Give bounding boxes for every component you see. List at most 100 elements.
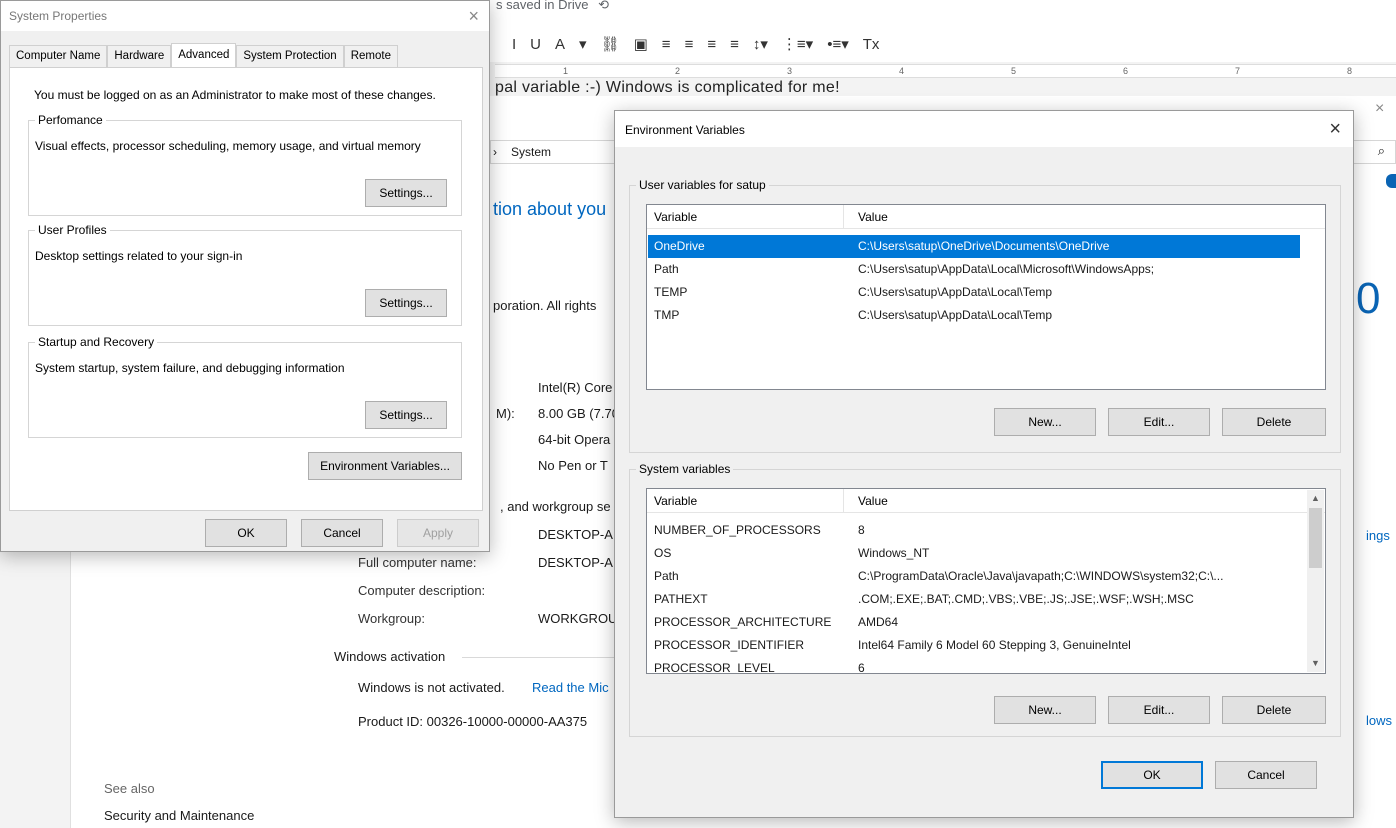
system-variables-label: System variables — [636, 462, 734, 476]
list-row[interactable]: TMP C:\Users\satup\AppData\Local\Temp — [648, 304, 1300, 327]
user-list-header: Variable Value — [647, 205, 1325, 229]
user-col-variable[interactable]: Variable — [647, 205, 697, 229]
variable-name: TEMP — [654, 285, 688, 299]
docs-toolbar-button[interactable]: ⛓ — [594, 35, 627, 53]
variable-name: Path — [654, 569, 679, 583]
variable-value: C:\Users\satup\AppData\Local\Temp — [858, 285, 1053, 299]
startup-recovery-settings-button[interactable]: Settings... — [365, 401, 447, 429]
env-close-icon[interactable]: × — [1329, 118, 1341, 140]
performance-group: Perfomance Visual effects, processor sch… — [28, 113, 462, 216]
workgroup-label: Workgroup: — [358, 611, 425, 626]
user-delete-button[interactable]: Delete — [1222, 408, 1326, 436]
variable-value: C:\ProgramData\Oracle\Java\javapath;C:\W… — [858, 569, 1224, 583]
docs-saved-text: s saved in Drive — [496, 0, 589, 12]
system-properties-titlebar[interactable]: System Properties — [1, 1, 489, 31]
user-col-separator[interactable] — [843, 205, 844, 229]
docs-toolbar-button[interactable]: U — [523, 36, 548, 53]
advanced-tab-panel: You must be logged on as an Administrato… — [9, 67, 483, 511]
list-row[interactable]: NUMBER_OF_PROCESSORS 8 — [648, 519, 1303, 542]
cancel-button[interactable]: Cancel — [301, 519, 383, 547]
activation-link[interactable]: Read the Mic — [532, 680, 609, 695]
scroll-down-icon[interactable]: ▼ — [1307, 655, 1324, 672]
env-cancel-button[interactable]: Cancel — [1215, 761, 1317, 789]
user-variables-list[interactable]: Variable Value OneDrive C:\Users\satup\On… — [646, 204, 1326, 390]
list-row[interactable]: Path C:\Users\satup\AppData\Local\Microso… — [648, 258, 1300, 281]
user-profiles-group: User Profiles Desktop settings related t… — [28, 223, 462, 326]
system-list-scrollbar[interactable]: ▲ ▼ — [1307, 490, 1324, 672]
docs-toolbar-button[interactable]: ▾ — [572, 35, 594, 53]
breadcrumb-chevron-icon: › — [493, 145, 497, 159]
user-edit-button[interactable]: Edit... — [1108, 408, 1210, 436]
apply-button[interactable]: Apply — [397, 519, 479, 547]
full-name-label: Full computer name: — [358, 555, 477, 570]
system-new-button[interactable]: New... — [994, 696, 1096, 724]
list-row[interactable]: TEMP C:\Users\satup\AppData\Local\Temp — [648, 281, 1300, 304]
system-delete-button[interactable]: Delete — [1222, 696, 1326, 724]
tab-remote[interactable]: Remote — [343, 45, 398, 67]
docs-toolbar-button[interactable]: ↕▾ — [746, 35, 775, 53]
ok-button[interactable]: OK — [205, 519, 287, 547]
page-heading: tion about you — [493, 199, 607, 219]
history-icon[interactable]: ⟲ — [598, 0, 609, 12]
list-row[interactable]: Path C:\ProgramData\Oracle\Java\javapath;… — [648, 565, 1303, 588]
right-link-windows[interactable]: lows — [1366, 713, 1392, 728]
docs-toolbar-button[interactable]: ≡ — [678, 36, 701, 53]
docs-toolbar-button[interactable]: Tx — [856, 36, 887, 53]
admin-note: You must be logged on as an Administrato… — [34, 88, 436, 102]
ruler-mark: 7 — [1235, 66, 1241, 76]
security-maintenance-link[interactable]: Security and Maintenance — [104, 808, 254, 823]
list-row[interactable]: PROCESSOR_ARCHITECTURE AMD64 — [648, 611, 1303, 634]
search-icon[interactable]: ⌕ — [1378, 143, 1385, 159]
user-profiles-settings-button[interactable]: Settings... — [365, 289, 447, 317]
list-row[interactable]: OS Windows_NT — [648, 542, 1303, 565]
docs-toolbar-button[interactable]: ≡ — [723, 36, 746, 53]
system-variables-list[interactable]: Variable Value ▲ ▼ NUMBER_OF_PROCESSORS 8… — [646, 488, 1326, 674]
environment-variables-button[interactable]: Environment Variables... — [308, 452, 462, 480]
env-titlebar[interactable]: Environment Variables — [615, 111, 1353, 147]
docs-toolbar-button[interactable]: ▣ — [627, 35, 655, 53]
list-row[interactable]: OneDrive C:\Users\satup\OneDrive\Document… — [648, 235, 1300, 258]
docs-saved-status: s saved in Drive ⟲ — [496, 0, 609, 13]
scroll-thumb[interactable] — [1309, 508, 1322, 568]
windows-version-digit: 0 — [1356, 274, 1381, 323]
full-name-value: DESKTOP-AI — [538, 555, 617, 570]
system-edit-button[interactable]: Edit... — [1108, 696, 1210, 724]
ruler-mark: 2 — [675, 66, 681, 76]
docs-toolbar-button[interactable]: ⋮≡▾ — [775, 35, 820, 53]
page-close-icon[interactable]: × — [1375, 100, 1384, 118]
close-icon[interactable]: × — [468, 5, 479, 27]
system-type-value: 64-bit Opera — [538, 432, 611, 447]
tab-computer-name[interactable]: Computer Name — [9, 45, 108, 67]
docs-toolbar-button[interactable]: •≡▾ — [820, 35, 856, 53]
system-col-value[interactable]: Value — [851, 489, 888, 513]
performance-settings-button[interactable]: Settings... — [365, 179, 447, 207]
docs-toolbar-button[interactable]: ≡ — [655, 36, 678, 53]
user-new-button[interactable]: New... — [994, 408, 1096, 436]
activation-status: Windows is not activated. — [358, 680, 505, 695]
info-badge — [1386, 174, 1396, 188]
list-row[interactable]: PROCESSOR_LEVEL 6 — [648, 657, 1303, 673]
tab-system-protection[interactable]: System Protection — [236, 45, 344, 67]
user-col-value[interactable]: Value — [851, 205, 888, 229]
right-link-settings[interactable]: ings — [1366, 528, 1390, 543]
scroll-up-icon[interactable]: ▲ — [1307, 490, 1324, 507]
variable-name: PROCESSOR_ARCHITECTURE — [654, 615, 832, 629]
ruler-mark: 8 — [1347, 66, 1353, 76]
env-dialog-title: Environment Variables — [625, 123, 745, 137]
system-col-variable[interactable]: Variable — [647, 489, 697, 513]
tab-hardware[interactable]: Hardware — [107, 45, 172, 67]
docs-ruler: 1 2 3 4 5 6 7 8 — [495, 64, 1396, 78]
workgroup-value: WORKGROU — [538, 611, 618, 626]
environment-variables-dialog: Environment Variables × User variables f… — [614, 110, 1354, 818]
list-row[interactable]: PATHEXT .COM;.EXE;.BAT;.CMD;.VBS;.VBE;.JS… — [648, 588, 1303, 611]
breadcrumb[interactable]: System — [511, 145, 551, 159]
docs-toolbar-button[interactable]: A — [548, 36, 572, 53]
dialog-title: System Properties — [9, 9, 108, 23]
variable-value: C:\Users\satup\OneDrive\Documents\OneDri… — [858, 239, 1110, 253]
docs-toolbar-button[interactable]: ≡ — [700, 36, 723, 53]
list-row[interactable]: PROCESSOR_IDENTIFIER Intel64 Family 6 Mod… — [648, 634, 1303, 657]
tab-advanced[interactable]: Advanced — [171, 43, 237, 67]
env-ok-button[interactable]: OK — [1101, 761, 1203, 789]
docs-toolbar-button[interactable]: I — [505, 36, 523, 53]
system-col-separator[interactable] — [843, 489, 844, 513]
